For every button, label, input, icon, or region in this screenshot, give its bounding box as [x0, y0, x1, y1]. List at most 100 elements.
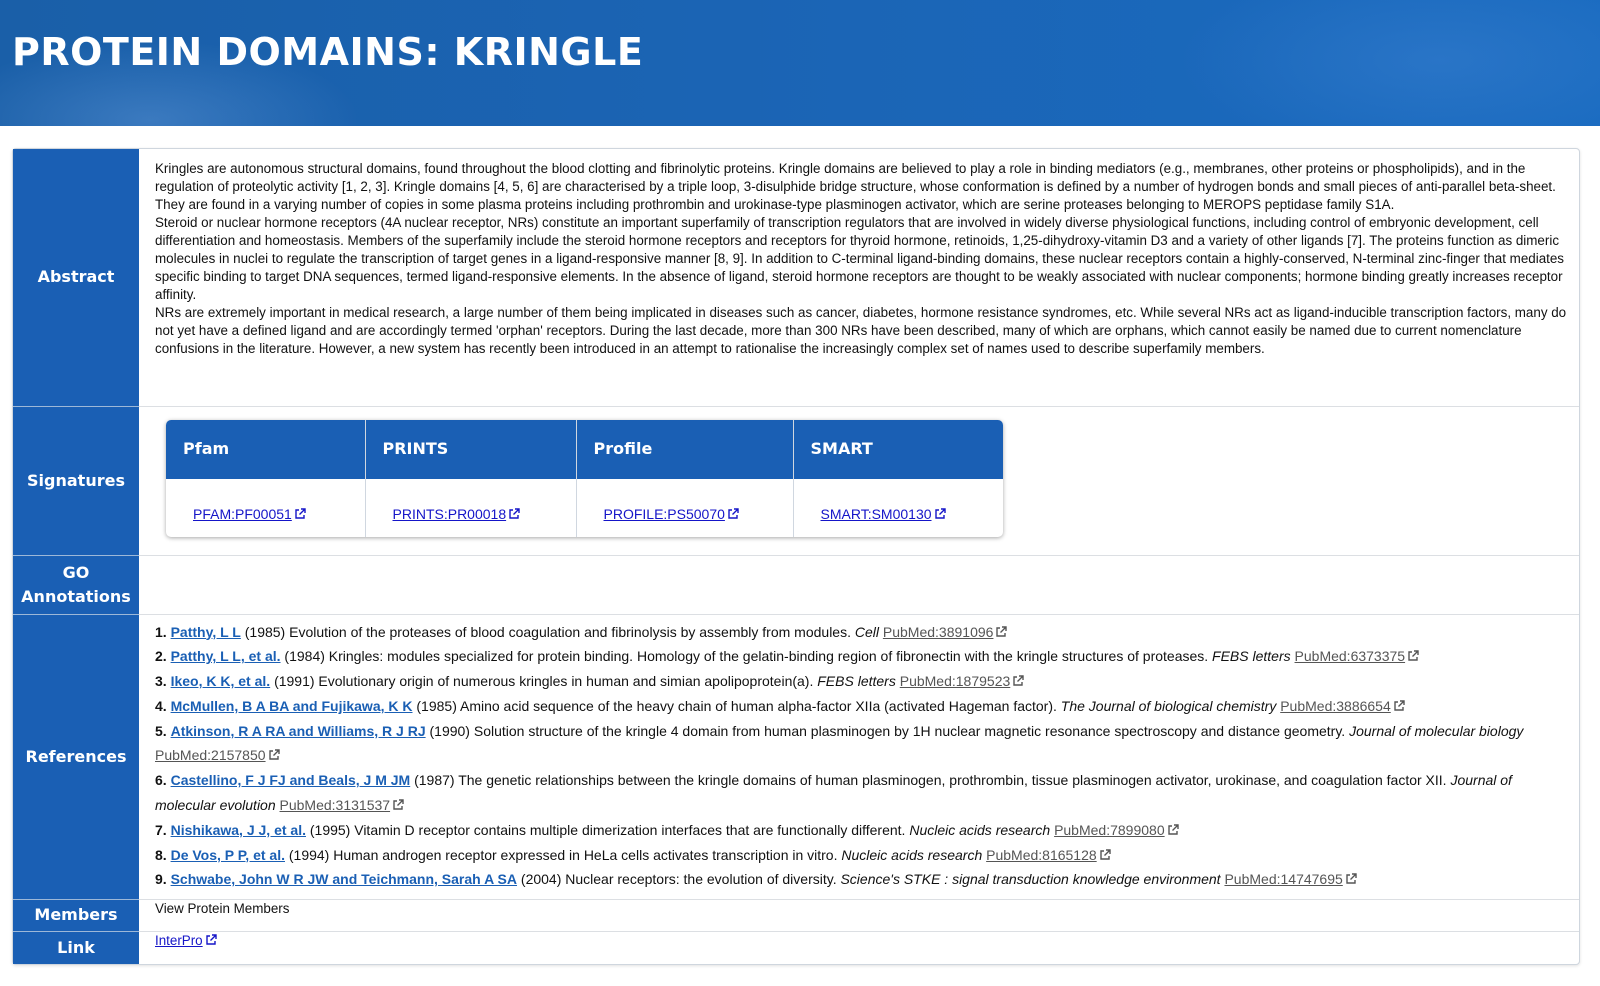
reference-title: Kringles: modules specialized for protei…	[328, 648, 1209, 665]
reference-title: Amino acid sequence of the heavy chain o…	[459, 697, 1057, 714]
external-link-icon	[1099, 848, 1111, 860]
external-link-icon	[1167, 824, 1179, 835]
reference-number: 2.	[155, 648, 167, 665]
reference-number: 6.	[155, 772, 167, 789]
abstract-content: Kringles are autonomous structural domai…	[139, 149, 1579, 407]
reference-authors-link[interactable]: Atkinson, R A RA and Williams, R J RJ	[171, 723, 426, 739]
signatures-row: Signatures Pfam PRINTS Profile SMART PFA…	[13, 406, 1579, 556]
signature-link-profile[interactable]: PROFILE:PS50070	[604, 506, 739, 522]
reference-number: 7.	[155, 821, 167, 838]
signature-cell: PFAM:PF00051	[166, 478, 366, 537]
members-row: Members View Protein Members	[13, 899, 1579, 932]
external-link-icon	[934, 508, 946, 519]
reference-title: Nuclear receptors: the evolution of dive…	[565, 871, 837, 888]
go-annotations-row: GO Annotations	[13, 555, 1579, 615]
members-content: View Protein Members	[139, 899, 1579, 932]
pubmed-link-text: PubMed:3891096	[882, 623, 994, 640]
reference-item: 4. McMullen, B A BA and Fujikawa, K K (1…	[155, 694, 1571, 719]
signature-link-text: SMART:SM00130	[820, 506, 932, 522]
pubmed-link-text: PubMed:3886654	[1280, 697, 1391, 714]
pubmed-link-text: PubMed:8165128	[986, 846, 1097, 863]
reference-title: Evolution of the proteases of blood coag…	[289, 623, 851, 640]
pubmed-link[interactable]: PubMed:14747695	[1224, 871, 1357, 887]
reference-authors-link[interactable]: Nishikawa, J J, et al.	[171, 822, 306, 838]
reference-year: (1991)	[274, 673, 315, 690]
domain-info-card: Abstract Kringles are autonomous structu…	[12, 148, 1580, 965]
reference-authors-link[interactable]: Schwabe, John W R JW and Teichmann, Sara…	[171, 871, 517, 887]
external-link-icon	[205, 933, 217, 945]
reference-authors-link[interactable]: Ikeo, K K, et al.	[171, 673, 271, 689]
pubmed-link[interactable]: PubMed:8165128	[986, 847, 1111, 863]
reference-authors-link[interactable]: McMullen, B A BA and Fujikawa, K K	[171, 698, 413, 714]
reference-number: 4.	[155, 697, 167, 714]
reference-journal: The Journal of biological chemistry	[1060, 697, 1277, 714]
signature-link-smart[interactable]: SMART:SM00130	[821, 506, 946, 522]
reference-year: (2004)	[520, 871, 562, 888]
signature-link-pfam[interactable]: PFAM:PF00051	[193, 506, 306, 522]
signatures-table: Pfam PRINTS Profile SMART PFAM:PF00051 P…	[166, 419, 1003, 537]
banner-glow	[1180, 0, 1600, 126]
external-link-icon	[996, 625, 1008, 637]
reference-journal: Cell	[854, 623, 879, 640]
reference-item: 1. Patthy, L L (1985) Evolution of the p…	[155, 620, 1571, 645]
reference-authors-link[interactable]: Patthy, L L	[171, 624, 241, 640]
reference-number: 8.	[155, 846, 167, 863]
pubmed-link-text: PubMed:7899080	[1054, 821, 1165, 838]
reference-journal: Nucleic acids research	[841, 846, 983, 863]
reference-journal: FEBS letters	[817, 673, 896, 690]
pubmed-link[interactable]: PubMed:2157850	[155, 747, 280, 763]
interpro-link-text: InterPro	[155, 932, 203, 948]
reference-journal: Journal of molecular biology	[1349, 722, 1524, 739]
signature-link-text: PFAM:PF00051	[193, 506, 292, 522]
references-row: References 1. Patthy, L L (1985) Evoluti…	[13, 614, 1579, 900]
reference-item: 3. Ikeo, K K, et al. (1991) Evolutionary…	[155, 669, 1571, 694]
pubmed-link[interactable]: PubMed:6373375	[1295, 648, 1420, 664]
signature-link-text: PROFILE:PS50070	[603, 506, 725, 522]
external-link-icon	[268, 749, 280, 761]
reference-authors-link[interactable]: Patthy, L L, et al.	[171, 648, 281, 664]
go-annotations-content	[139, 555, 1579, 615]
references-label: References	[13, 614, 139, 900]
reference-item: 9. Schwabe, John W R JW and Teichmann, S…	[155, 867, 1571, 892]
pubmed-link[interactable]: PubMed:3886654	[1280, 698, 1405, 714]
references-content: 1. Patthy, L L (1985) Evolution of the p…	[139, 614, 1579, 900]
external-link-icon	[295, 508, 306, 519]
reference-journal: Science's STKE : signal transduction kno…	[840, 871, 1221, 888]
reference-year: (1990)	[429, 722, 470, 739]
reference-authors-link[interactable]: De Vos, P P, et al.	[171, 847, 285, 863]
reference-title: Human androgen receptor expressed in HeL…	[333, 846, 838, 863]
reference-year: (1995)	[309, 821, 351, 838]
reference-number: 3.	[155, 673, 167, 690]
reference-item: 7. Nishikawa, J J, et al. (1995) Vitamin…	[155, 818, 1571, 843]
pubmed-link[interactable]: PubMed:3891096	[883, 624, 1008, 640]
signature-db-header: Profile	[576, 419, 794, 479]
external-link-icon	[1394, 700, 1405, 711]
external-link-icon	[728, 508, 739, 519]
reference-year: (1985)	[416, 697, 457, 714]
go-annotations-label: GO Annotations	[13, 555, 139, 615]
signatures-content: Pfam PRINTS Profile SMART PFAM:PF00051 P…	[139, 406, 1579, 556]
abstract-label: Abstract	[13, 149, 139, 407]
pubmed-link[interactable]: PubMed:7899080	[1054, 822, 1179, 838]
reference-authors-link[interactable]: Castellino, F J FJ and Beals, J M JM	[171, 772, 411, 788]
link-row: Link InterPro	[13, 931, 1579, 964]
reference-item: 8. De Vos, P P, et al. (1994) Human andr…	[155, 843, 1571, 868]
reference-title: Evolutionary origin of numerous kringles…	[318, 673, 814, 690]
reference-year: (1985)	[244, 623, 286, 640]
reference-item: 5. Atkinson, R A RA and Williams, R J RJ…	[155, 719, 1571, 769]
link-content: InterPro	[139, 931, 1579, 964]
references-list: 1. Patthy, L L (1985) Evolution of the p…	[155, 620, 1571, 893]
pubmed-link[interactable]: PubMed:1879523	[900, 673, 1025, 689]
interpro-link[interactable]: InterPro	[155, 933, 217, 948]
reference-number: 1.	[155, 623, 167, 640]
view-protein-members[interactable]: View Protein Members	[155, 901, 289, 916]
reference-number: 9.	[155, 871, 167, 888]
signature-link-prints[interactable]: PRINTS:PR00018	[393, 506, 521, 522]
pubmed-link[interactable]: PubMed:3131537	[280, 797, 405, 813]
reference-year: (1994)	[288, 846, 330, 863]
signatures-header-row: Pfam PRINTS Profile SMART	[166, 419, 1003, 479]
domain-info-table: Abstract Kringles are autonomous structu…	[13, 149, 1579, 964]
reference-title: Solution structure of the kringle 4 doma…	[473, 722, 1346, 739]
external-link-icon	[1013, 675, 1024, 686]
signature-db-header: Pfam	[166, 419, 366, 479]
